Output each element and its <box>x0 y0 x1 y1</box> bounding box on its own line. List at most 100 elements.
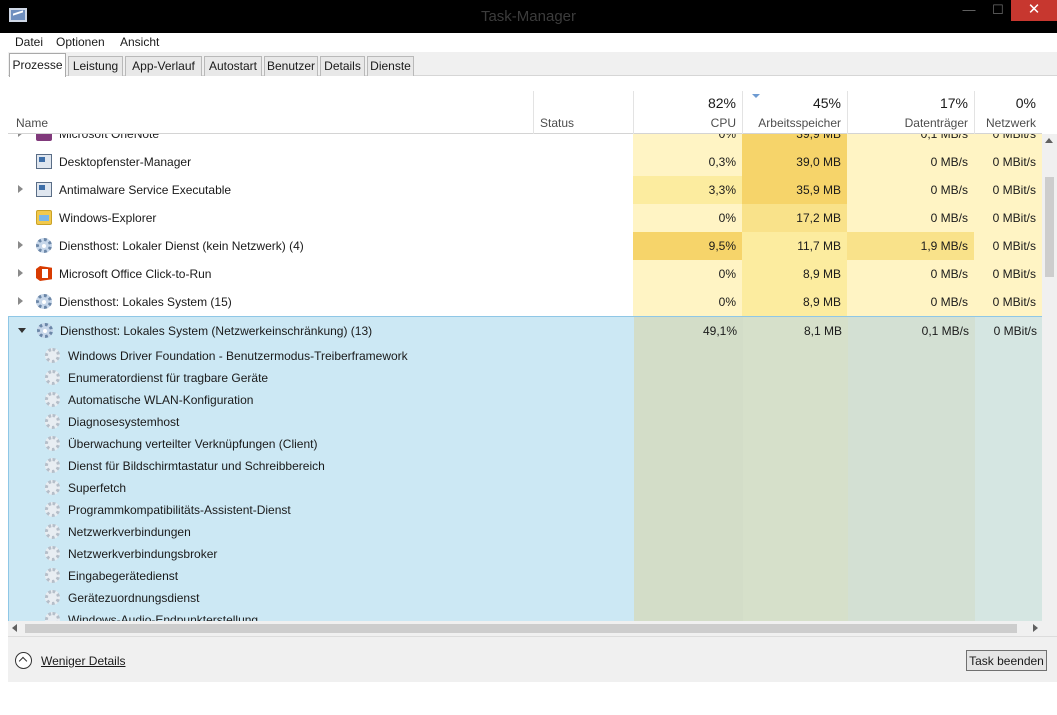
process-net-cell: 0 MBit/s <box>974 176 1042 204</box>
process-row[interactable]: Diensthost: Lokales System (15) 0% 8,9 MB 0… <box>8 288 1042 316</box>
process-disk-value: 0,1 MB/s <box>921 324 969 338</box>
column-network[interactable]: 0% Netzwerk <box>974 91 1042 134</box>
folder-icon <box>36 210 52 225</box>
column-memory[interactable]: 45% Arbeitsspeicher <box>742 91 847 134</box>
process-mem-value: 11,7 MB <box>797 239 841 253</box>
expand-arrow-icon[interactable] <box>18 185 23 193</box>
service-item[interactable]: Enumeratordienst für tragbare Geräte <box>9 367 634 389</box>
collapse-up-icon <box>15 652 32 669</box>
expand-arrow-icon[interactable] <box>18 241 23 249</box>
menu-ansicht[interactable]: Ansicht <box>120 35 159 49</box>
vertical-scroll-thumb[interactable] <box>1045 177 1054 277</box>
tab-leistung[interactable]: Leistung <box>68 56 123 76</box>
process-list: Microsoft OneNote 0% 39,9 MB 0,1 MB/s 0 MBit… <box>8 134 1042 654</box>
window-title: Task-Manager <box>480 8 577 25</box>
process-mem-value: 39,9 MB <box>796 134 841 141</box>
group-column-shade <box>743 317 848 628</box>
menu-datei[interactable]: Datei <box>15 35 43 49</box>
process-mem-cell: 8,9 MB <box>742 260 847 288</box>
service-gear-icon <box>45 348 60 363</box>
service-item[interactable]: Automatische WLAN-Konfiguration <box>9 389 634 411</box>
expand-arrow-icon[interactable] <box>18 269 23 277</box>
expand-arrow-icon[interactable] <box>18 297 23 305</box>
service-name: Diagnosesystemhost <box>68 415 180 429</box>
process-name-cell: Diensthost: Lokales System (Netzwerkeins… <box>9 317 635 345</box>
service-item[interactable]: Netzwerkverbindungsbroker <box>9 543 634 565</box>
service-item[interactable]: Überwachung verteilter Verknüpfungen (Cl… <box>9 433 634 455</box>
process-row[interactable]: Diensthost: Lokaler Dienst (kein Netzwer… <box>8 232 1042 260</box>
process-row[interactable]: Antimalware Service Executable 3,3% 35,9 M… <box>8 176 1042 204</box>
tab-app-verlauf[interactable]: App-Verlauf <box>125 56 202 76</box>
column-memory-label: Arbeitsspeicher <box>758 116 841 130</box>
fewer-details-label: Weniger Details <box>41 654 126 668</box>
column-disk[interactable]: 17% Datenträger <box>847 91 974 134</box>
service-name: Dienst für Bildschirmtastatur und Schrei… <box>68 459 325 473</box>
service-name: Netzwerkverbindungen <box>68 525 191 539</box>
service-item[interactable]: Windows Driver Foundation - Benutzermodu… <box>9 345 634 367</box>
process-name-cell: Desktopfenster-Manager <box>8 148 634 176</box>
process-cpu-value: 0% <box>718 267 736 281</box>
maximize-button[interactable]: ☐ <box>986 0 1010 21</box>
process-mem-cell: 8,9 MB <box>742 288 847 316</box>
tab-bar: Prozesse Leistung App-Verlauf Autostart … <box>8 52 1057 77</box>
service-item[interactable]: Superfetch <box>9 477 634 499</box>
horizontal-scroll-thumb[interactable] <box>25 624 1017 633</box>
group-column-shade <box>634 317 743 628</box>
process-net-cell: 0 MBit/s <box>974 288 1042 316</box>
service-gear-icon <box>45 370 60 385</box>
end-task-button[interactable]: Task beenden <box>966 650 1047 671</box>
column-name[interactable]: Name <box>8 91 533 134</box>
service-item[interactable]: Netzwerkverbindungen <box>9 521 634 543</box>
process-mem-cell: 39,0 MB <box>742 148 847 176</box>
column-network-label: Netzwerk <box>985 116 1036 130</box>
service-item[interactable]: Eingabegerätedienst <box>9 565 634 587</box>
service-name: Gerätezuordnungsdienst <box>68 591 200 605</box>
group-header-row[interactable]: Diensthost: Lokales System (Netzwerkeins… <box>9 317 1042 345</box>
process-cpu-value: 49,1% <box>702 324 737 338</box>
scroll-right-icon[interactable] <box>1033 624 1038 632</box>
service-item[interactable]: Dienst für Bildschirmtastatur und Schrei… <box>9 455 634 477</box>
vertical-scrollbar[interactable] <box>1042 134 1057 654</box>
process-disk-value: 0 MB/s <box>930 183 968 197</box>
expand-arrow-icon[interactable] <box>18 134 23 137</box>
close-button[interactable]: ✕ <box>1011 0 1057 21</box>
process-mem-cell: 11,7 MB <box>742 232 847 260</box>
group-column-shade <box>848 317 975 628</box>
scroll-up-icon[interactable] <box>1045 138 1053 143</box>
process-mem-value: 35,9 MB <box>796 183 841 197</box>
window-icon <box>36 182 52 197</box>
service-item[interactable]: Programmkompatibilitäts-Assistent-Dienst <box>9 499 634 521</box>
service-name: Überwachung verteilter Verknüpfungen (Cl… <box>68 437 318 451</box>
horizontal-scrollbar[interactable] <box>8 621 1042 636</box>
tab-autostart[interactable]: Autostart <box>204 56 262 76</box>
tab-benutzer[interactable]: Benutzer <box>264 56 318 76</box>
process-cpu-cell: 0,3% <box>633 148 742 176</box>
menu-optionen[interactable]: Optionen <box>56 35 105 49</box>
scroll-left-icon[interactable] <box>12 624 17 632</box>
collapse-arrow-icon[interactable] <box>18 328 26 333</box>
group-column-shade <box>975 317 1042 628</box>
column-status[interactable]: Status <box>533 91 633 134</box>
process-cpu-value: 3,3% <box>708 183 736 197</box>
minimize-button[interactable]: — <box>952 0 986 21</box>
tab-details[interactable]: Details <box>320 56 365 76</box>
selected-process-group[interactable]: Diensthost: Lokales System (Netzwerkeins… <box>8 316 1042 629</box>
service-item[interactable]: Gerätezuordnungsdienst <box>9 587 634 609</box>
process-row[interactable]: Microsoft OneNote 0% 39,9 MB 0,1 MB/s 0 MBit… <box>8 134 1042 148</box>
tab-prozesse[interactable]: Prozesse <box>9 53 66 77</box>
gear-icon <box>37 323 53 338</box>
process-disk-cell: 0 MB/s <box>847 176 974 204</box>
process-cpu-value: 0,3% <box>708 155 736 169</box>
service-item[interactable]: Diagnosesystemhost <box>9 411 634 433</box>
process-row[interactable]: Windows-Explorer 0% 17,2 MB 0 MB/s 0 MBit/s <box>8 204 1042 232</box>
footer: Weniger Details Task beenden <box>8 636 1057 682</box>
process-name: Diensthost: Lokaler Dienst (kein Netzwer… <box>59 239 304 253</box>
column-cpu[interactable]: 82% CPU <box>633 91 742 134</box>
service-gear-icon <box>45 546 60 561</box>
process-name: Desktopfenster-Manager <box>59 155 192 169</box>
process-row[interactable]: Microsoft Office Click-to-Run 0% 8,9 MB 0 M… <box>8 260 1042 288</box>
office-icon <box>36 266 52 281</box>
tab-dienste[interactable]: Dienste <box>367 56 414 76</box>
service-gear-icon <box>45 568 60 583</box>
process-row[interactable]: Desktopfenster-Manager 0,3% 39,0 MB 0 MB/s 0… <box>8 148 1042 176</box>
